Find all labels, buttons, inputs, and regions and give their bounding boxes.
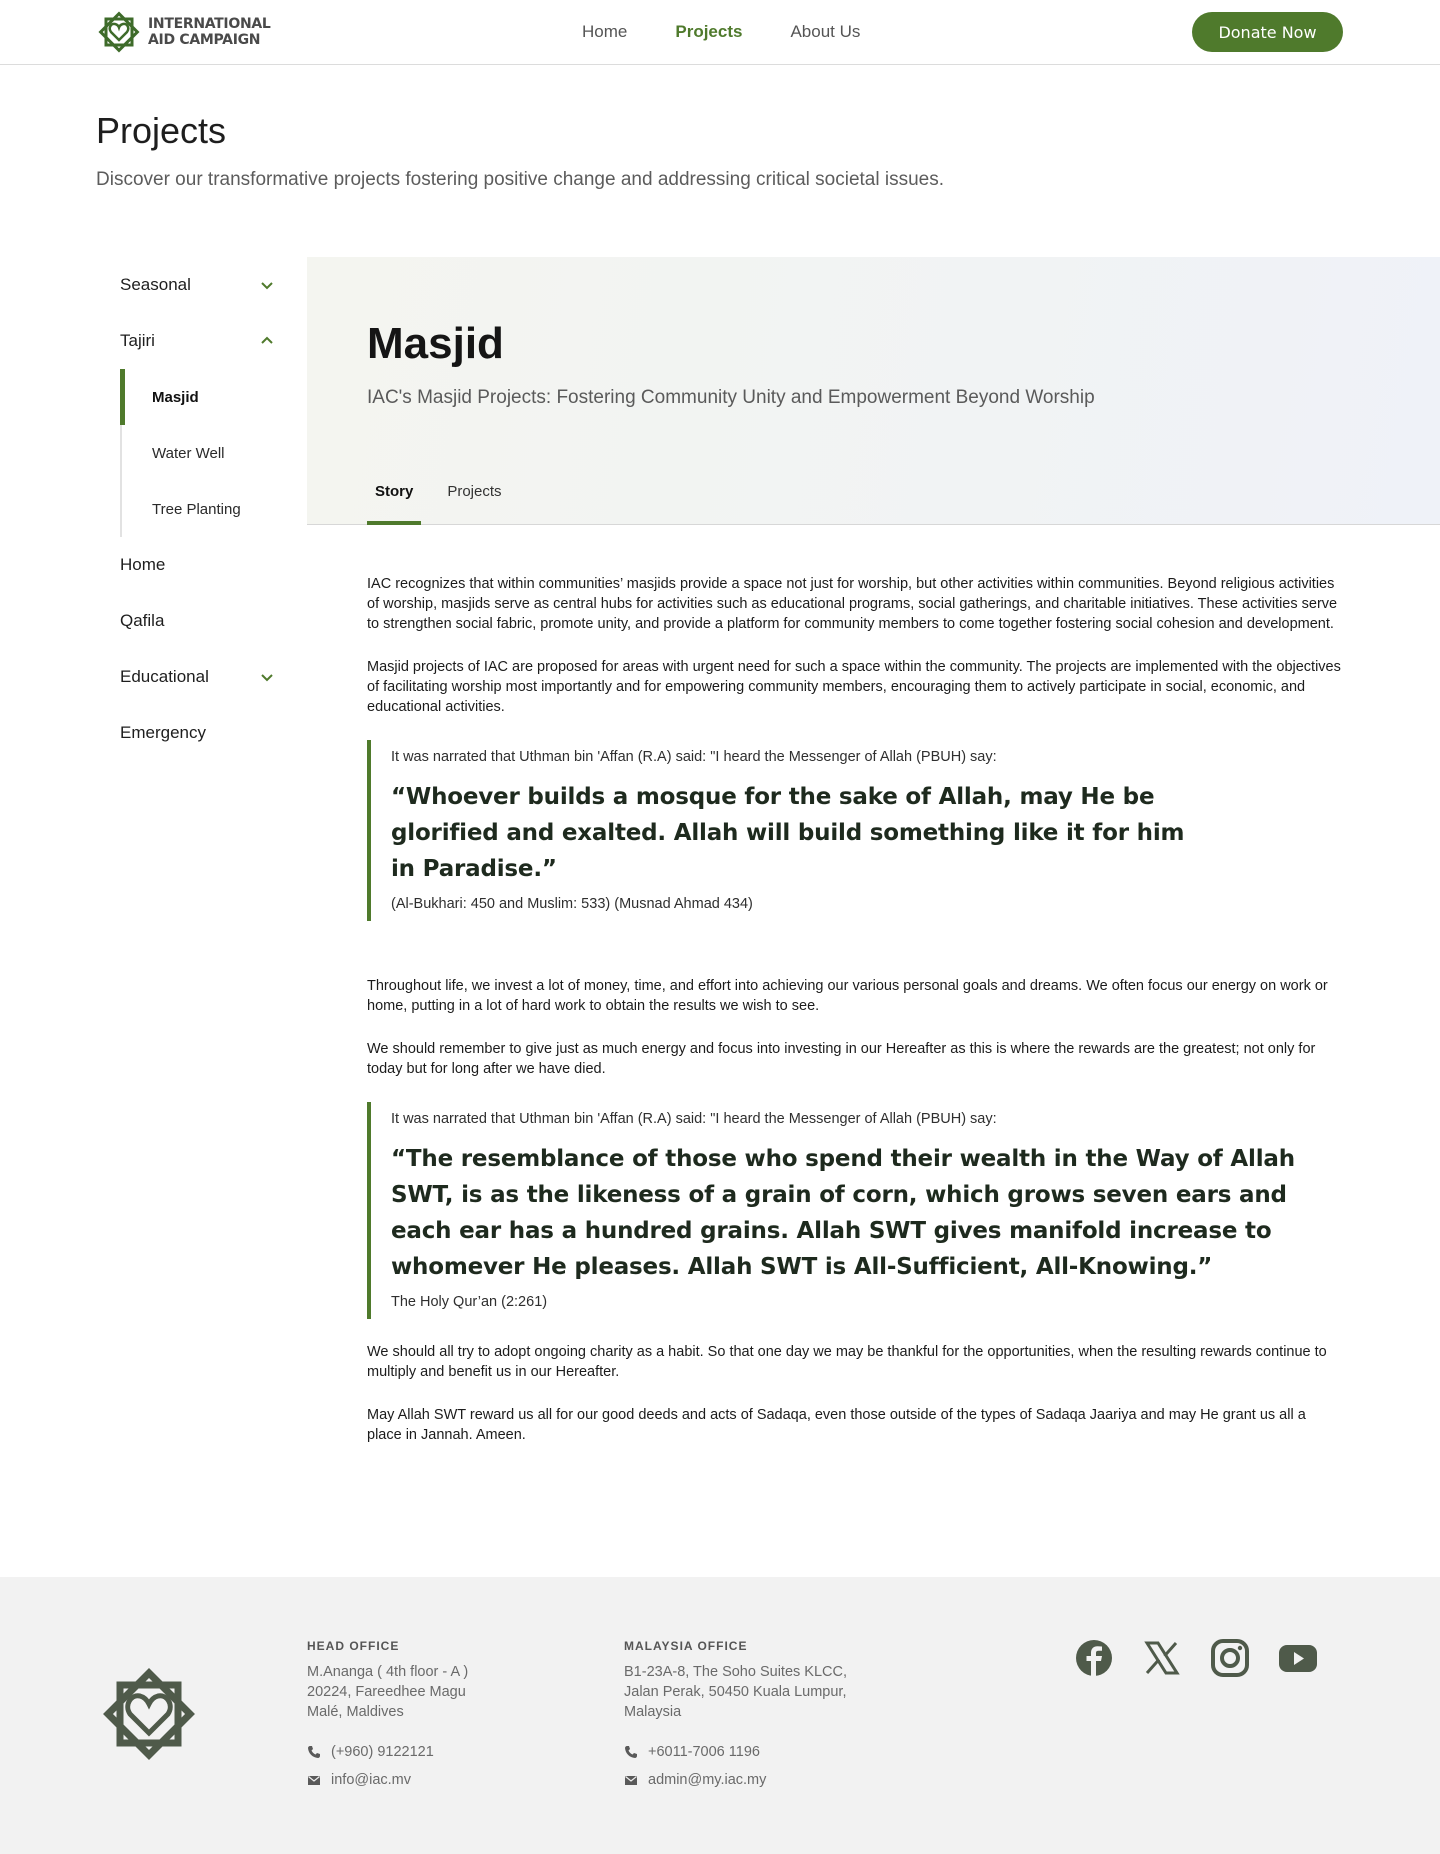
sidebar-item-label: Tajiri bbox=[120, 331, 155, 350]
sidebar-item-seasonal[interactable]: Seasonal bbox=[96, 257, 292, 313]
sidebar-item-emergency[interactable]: Emergency bbox=[96, 705, 292, 761]
project-hero: Masjid IAC's Masjid Projects: Fostering … bbox=[307, 257, 1440, 525]
footer-logo-icon bbox=[103, 1668, 195, 1760]
sidebar-item-educational[interactable]: Educational bbox=[96, 649, 292, 705]
page-subtitle: Discover our transformative projects fos… bbox=[96, 169, 945, 190]
tajiri-submenu: Masjid Water Well Tree Planting bbox=[120, 369, 292, 537]
quote-citation: (Al-Bukhari: 450 and Muslim: 533) (Musna… bbox=[391, 896, 753, 912]
chevron-up-icon bbox=[261, 336, 273, 344]
tab-story[interactable]: Story bbox=[367, 475, 422, 525]
quote-citation: The Holy Qur’an (2:261) bbox=[391, 1294, 548, 1310]
address-line: Malaysia bbox=[624, 1704, 682, 1720]
office-email[interactable]: info@iac.mv bbox=[307, 1766, 567, 1794]
address-line: B1-23A-8, The Soho Suites KLCC, bbox=[624, 1664, 847, 1680]
address-line: 20224, Fareedhee Magu bbox=[307, 1684, 466, 1700]
page-title: Projects bbox=[96, 110, 227, 151]
facebook-icon[interactable] bbox=[1074, 1638, 1114, 1678]
chevron-down-icon bbox=[261, 282, 273, 290]
sidebar-item-tajiri[interactable]: Tajiri bbox=[96, 313, 292, 369]
logo-line-1: INTERNATIONAL bbox=[148, 16, 271, 32]
logo-mark-icon bbox=[98, 11, 140, 53]
story-paragraph: Masjid projects of IAC are proposed for … bbox=[367, 659, 1341, 715]
social-links bbox=[1074, 1638, 1318, 1678]
main-nav: Home Projects About Us bbox=[582, 22, 860, 42]
phone-number: (+960) 9122121 bbox=[331, 1744, 434, 1760]
phone-icon bbox=[625, 1746, 637, 1758]
instagram-icon[interactable] bbox=[1210, 1638, 1250, 1678]
office-address: B1-23A-8, The Soho Suites KLCC, Jalan Pe… bbox=[624, 1662, 884, 1722]
office-email[interactable]: admin@my.iac.my bbox=[624, 1766, 884, 1794]
story-paragraph: Throughout life, we invest a lot of mone… bbox=[367, 978, 1328, 1014]
sidebar-item-qafila[interactable]: Qafila bbox=[96, 593, 292, 649]
office-heading: HEAD OFFICE bbox=[307, 1639, 400, 1653]
sidebar-item-label: Home bbox=[120, 555, 166, 574]
address-line: Jalan Perak, 50450 Kuala Lumpur, bbox=[624, 1684, 847, 1700]
logo[interactable]: INTERNATIONAL AID CAMPAIGN bbox=[96, 9, 271, 55]
story-paragraph: We should all try to adopt ongoing chari… bbox=[367, 1344, 1327, 1380]
quote-text: “The resemblance of those who spend thei… bbox=[391, 1146, 1295, 1280]
mail-icon bbox=[308, 1776, 320, 1785]
quote-intro: It was narrated that Uthman bin 'Affan (… bbox=[391, 749, 997, 765]
quote-text: “Whoever builds a mosque for the sake of… bbox=[391, 784, 1185, 882]
sidebar-subitem-masjid[interactable]: Masjid bbox=[120, 369, 292, 425]
email-address: admin@my.iac.my bbox=[648, 1772, 767, 1788]
sidebar-item-label: Educational bbox=[120, 667, 209, 686]
quran-quote: It was narrated that Uthman bin 'Affan (… bbox=[367, 1102, 1343, 1319]
project-tabs: Story Projects bbox=[367, 475, 528, 525]
mail-icon bbox=[625, 1776, 637, 1785]
quote-intro: It was narrated that Uthman bin 'Affan (… bbox=[391, 1111, 997, 1127]
donate-now-button[interactable]: Donate Now bbox=[1192, 12, 1343, 52]
address-line: M.Ananga ( 4th floor - A ) bbox=[307, 1664, 469, 1680]
nav-home[interactable]: Home bbox=[582, 22, 627, 42]
sidebar-subitem-water-well[interactable]: Water Well bbox=[122, 425, 292, 481]
logo-text: INTERNATIONAL AID CAMPAIGN bbox=[148, 16, 271, 48]
project-title: Masjid bbox=[367, 319, 504, 368]
sidebar-item-label: Qafila bbox=[120, 611, 165, 630]
address-line: Malé, Maldives bbox=[307, 1704, 404, 1720]
phone-number: +6011-7006 1196 bbox=[648, 1744, 760, 1760]
head-office: HEAD OFFICE M.Ananga ( 4th floor - A ) 2… bbox=[307, 1639, 567, 1794]
hadith-quote: It was narrated that Uthman bin 'Affan (… bbox=[367, 740, 1343, 921]
project-subtitle: IAC's Masjid Projects: Fostering Communi… bbox=[367, 387, 1095, 408]
logo-line-2: AID CAMPAIGN bbox=[148, 32, 261, 48]
sidebar-item-label: Seasonal bbox=[120, 275, 191, 294]
office-phone[interactable]: +6011-7006 1196 bbox=[624, 1738, 884, 1766]
chevron-down-icon bbox=[261, 674, 273, 682]
office-address: M.Ananga ( 4th floor - A ) 20224, Fareed… bbox=[307, 1662, 567, 1722]
tab-projects[interactable]: Projects bbox=[439, 475, 509, 525]
sidebar-item-label: Emergency bbox=[120, 723, 206, 742]
youtube-icon[interactable] bbox=[1278, 1638, 1318, 1678]
office-heading: MALAYSIA OFFICE bbox=[624, 1639, 748, 1653]
email-address: info@iac.mv bbox=[331, 1772, 411, 1788]
office-phone[interactable]: (+960) 9122121 bbox=[307, 1738, 567, 1766]
phone-icon bbox=[308, 1746, 320, 1758]
x-icon[interactable] bbox=[1142, 1638, 1182, 1678]
story-paragraph: IAC recognizes that within communities’ … bbox=[367, 576, 1338, 632]
story-article: IAC recognizes that within communities’ … bbox=[367, 574, 1343, 1468]
site-footer: HEAD OFFICE M.Ananga ( 4th floor - A ) 2… bbox=[0, 1577, 1440, 1854]
site-header: INTERNATIONAL AID CAMPAIGN Home Projects… bbox=[0, 0, 1440, 65]
nav-projects[interactable]: Projects bbox=[675, 22, 742, 42]
story-paragraph: May Allah SWT reward us all for our good… bbox=[367, 1407, 1306, 1443]
malaysia-office: MALAYSIA OFFICE B1-23A-8, The Soho Suite… bbox=[624, 1639, 884, 1794]
story-paragraph: We should remember to give just as much … bbox=[367, 1041, 1316, 1077]
sidebar-subitem-tree-planting[interactable]: Tree Planting bbox=[122, 481, 292, 537]
sidebar-item-home[interactable]: Home bbox=[96, 537, 292, 593]
projects-sidebar: Seasonal Tajiri Masjid Water Well Tree P… bbox=[96, 257, 292, 761]
nav-about-us[interactable]: About Us bbox=[790, 22, 860, 42]
